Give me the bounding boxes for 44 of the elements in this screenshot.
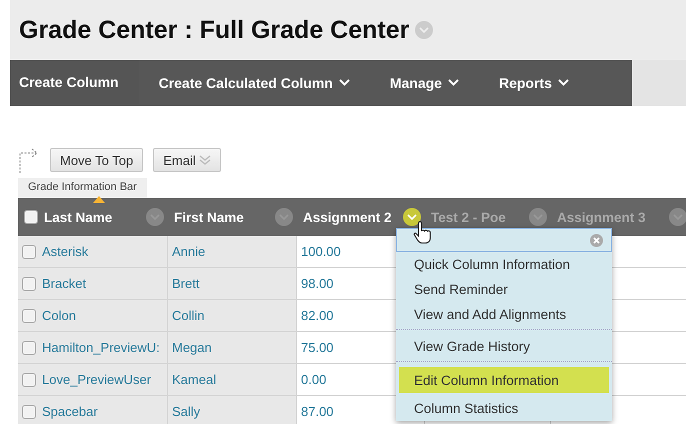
select-all-checkbox[interactable]: [24, 210, 38, 224]
table-cell: Annie: [172, 244, 206, 259]
row-checkbox[interactable]: [22, 276, 36, 290]
table-cell: Kameal: [172, 372, 216, 387]
column-header[interactable]: Assignment 2: [303, 210, 392, 224]
close-icon[interactable]: [590, 234, 603, 247]
row-checkbox[interactable]: [22, 244, 36, 258]
table-cell: Sally: [172, 404, 200, 419]
row-checkbox[interactable]: [22, 404, 36, 418]
table-cell: Brett: [172, 276, 200, 291]
table-cell[interactable]: Asterisk: [42, 244, 88, 259]
toolbar-button[interactable]: Email: [153, 148, 221, 172]
menu-item[interactable]: View Grade History: [396, 334, 612, 359]
page-title: Grade Center : Full Grade Center: [19, 16, 410, 44]
menu-item[interactable]: Send Reminder: [396, 277, 612, 302]
table-cell: 87.00: [301, 404, 334, 419]
nav-menu-button[interactable]: Manage: [370, 60, 479, 106]
menu-item[interactable]: Edit Column Information: [399, 367, 609, 393]
chevron-circle-icon[interactable]: [403, 208, 421, 226]
row-checkbox[interactable]: [22, 340, 36, 354]
double-chevron-icon: [198, 154, 211, 166]
table-cell[interactable]: Colon: [42, 308, 76, 323]
toolbar-button[interactable]: Move To Top: [50, 148, 144, 172]
table-cell: 100.00: [301, 244, 341, 259]
table-cell[interactable]: Bracket: [42, 276, 86, 291]
row-checkbox[interactable]: [22, 372, 36, 386]
table-cell: Collin: [172, 308, 205, 323]
table-cell: 0.00: [301, 372, 326, 387]
nav-menu-button[interactable]: Reports: [478, 60, 589, 106]
table-cell: 82.00: [301, 308, 334, 323]
table-cell: Megan: [172, 340, 212, 355]
menu-search-field[interactable]: [396, 228, 612, 252]
row-checkbox[interactable]: [22, 308, 36, 322]
column-header[interactable]: First Name: [174, 210, 244, 224]
table-cell: 75.00: [301, 340, 334, 355]
menu-item[interactable]: Column Statistics: [396, 396, 612, 421]
table-cell: 98.00: [301, 276, 334, 291]
grade-information-bar-tab[interactable]: Grade Information Bar: [18, 178, 147, 198]
nav-menu-button[interactable]: Create Calculated Column: [138, 60, 370, 106]
column-header[interactable]: Last Name: [44, 210, 112, 224]
menu-item[interactable]: Quick Column Information: [396, 252, 612, 277]
arrow-icon: [18, 147, 40, 173]
hand-cursor-icon: [413, 220, 433, 244]
menu-item[interactable]: View and Add Alignments: [396, 302, 612, 327]
